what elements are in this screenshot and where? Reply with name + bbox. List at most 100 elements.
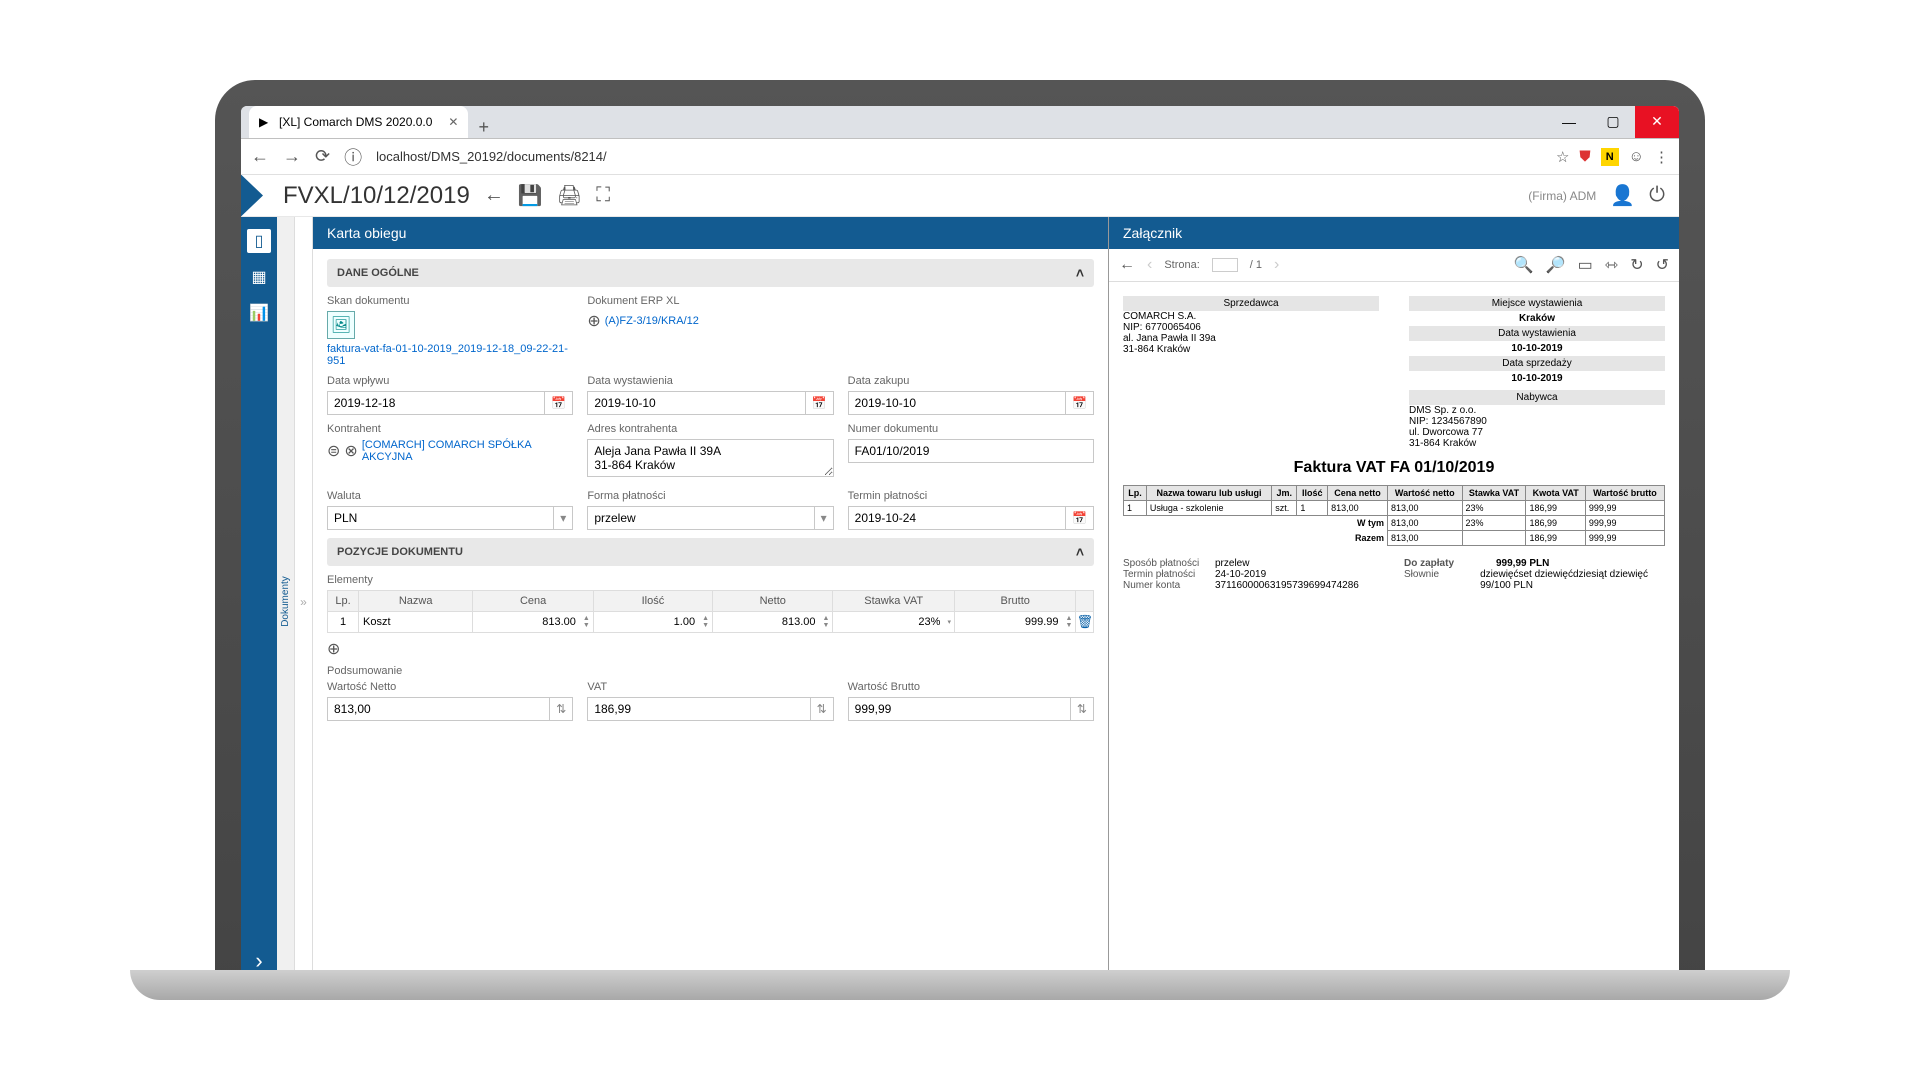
add-row-button[interactable]: ⊕ [327,639,1094,659]
chevron-down-icon[interactable]: ▾ [944,618,954,626]
calendar-icon[interactable]: 📅 [806,391,834,415]
kontrahent-link[interactable]: [COMARCH] COMARCH SPÓŁKA AKCYJNA [362,439,574,463]
chevron-down-icon[interactable]: ▾ [554,506,573,530]
label-adres: Adres kontrahenta [587,423,833,435]
row-lp[interactable] [328,612,358,632]
vertical-label: Dokumenty [277,217,295,986]
invoice-table: Lp.Nazwa towaru lub usługi Jm.Ilość Cena… [1123,485,1665,546]
toolbar-back-icon[interactable]: ← [1119,256,1135,274]
profile-icon[interactable]: ☺ [1629,148,1644,165]
wartosc-netto-input[interactable] [327,697,550,721]
link-icon[interactable]: ⊕ [587,311,600,331]
calendar-icon[interactable]: 📅 [1066,506,1094,530]
waluta-select[interactable] [327,506,554,530]
data-zakupu-input[interactable] [848,391,1066,415]
section-dane-ogolne[interactable]: DANE OGÓLNE ˄ [327,259,1094,287]
section-pozycje[interactable]: POZYCJE DOKUMENTU ˄ [327,538,1094,566]
left-panel-title: Karta obiegu [313,217,1108,249]
sidebar: ▯ ▦ 📊 › [241,217,277,986]
image-thumbnail-icon[interactable]: 🖼 [327,311,355,339]
rotate-cw-icon[interactable]: ↻ [1630,255,1643,275]
spinner-icon[interactable]: ⇅ [811,697,834,721]
app-logo-icon [241,175,263,217]
minimize-button[interactable]: — [1547,106,1591,138]
power-icon[interactable]: ⏻ [1649,184,1665,207]
erp-doc-link[interactable]: (A)FZ-3/19/KRA/12 [605,315,699,327]
zoom-in-icon[interactable]: 🔍 [1514,255,1534,275]
save-icon[interactable]: 💾 [518,183,543,208]
chevron-up-icon: ˄ [1076,544,1084,560]
numer-input[interactable] [848,439,1094,463]
rotate-ccw-icon[interactable]: ↺ [1656,255,1669,275]
back-icon[interactable]: ← [251,146,269,167]
label-termin: Termin płatności [848,490,1094,502]
fullscreen-icon[interactable]: ⛶ [596,184,610,207]
url-text[interactable]: localhost/DMS_20192/documents/8214/ [376,149,1542,164]
label-forma: Forma płatności [587,490,833,502]
close-window-button[interactable]: ✕ [1635,106,1679,138]
vat-input[interactable] [587,697,810,721]
print-icon[interactable]: 🖨 [557,183,582,208]
spinner-icon[interactable]: ⇅ [1071,697,1094,721]
reload-icon[interactable]: ⟳ [315,146,330,167]
calendar-icon[interactable]: 📅 [1066,391,1094,415]
spinner-icon[interactable]: ⇅ [550,697,573,721]
fit-width-icon[interactable]: ⇿ [1605,255,1618,275]
sidebar-reports-icon[interactable]: 📊 [247,301,271,325]
spinner-icon[interactable]: ▲▼ [820,615,833,629]
maximize-button[interactable]: ▢ [1591,106,1635,138]
page-label: Strona: [1164,259,1199,271]
scan-file-link[interactable]: faktura-vat-fa-01-10-2019_2019-12-18_09-… [327,343,573,367]
star-icon[interactable]: ☆ [1556,148,1569,166]
panel-collapse[interactable]: » [295,217,313,986]
termin-input[interactable] [848,506,1066,530]
browser-tab[interactable]: ▶ [XL] Comarch DMS 2020.0.0 ✕ [249,106,468,138]
wartosc-brutto-input[interactable] [848,697,1071,721]
page-input[interactable] [1212,258,1238,272]
row-ilosc[interactable] [594,612,699,632]
spinner-icon[interactable]: ▲▼ [1063,615,1076,629]
label-wartosc-brutto: Wartość Brutto [848,681,1094,693]
chevron-down-icon[interactable]: ▾ [815,506,834,530]
extension-n-icon[interactable]: N [1601,148,1619,166]
sidebar-documents-icon[interactable]: ▯ [247,229,271,253]
app-favicon: ▶ [259,115,273,129]
row-stawka[interactable] [833,612,944,632]
data-wplywu-input[interactable] [327,391,545,415]
pick-icon[interactable]: ⊜ [327,441,340,461]
fit-page-icon[interactable]: ▭ [1578,255,1593,275]
sprzedawca-header: Sprzedawca [1123,296,1379,311]
next-page-icon[interactable]: › [1274,256,1279,274]
browser-tab-bar: ▶ [XL] Comarch DMS 2020.0.0 ✕ + — ▢ ✕ [241,106,1679,139]
info-icon[interactable]: ⓘ [344,144,362,170]
zoom-out-icon[interactable]: 🔎 [1546,255,1566,275]
row-netto[interactable] [713,612,820,632]
app-header: FVXL/10/12/2019 ← 💾 🖨 ⛶ (Firma) ADM 👤 ⏻ [241,175,1679,217]
page-total: / 1 [1250,259,1262,271]
nabywca-header: Nabywca [1409,390,1665,405]
user-icon[interactable]: 👤 [1610,183,1635,208]
label-podsumowanie: Podsumowanie [327,665,1094,677]
forma-select[interactable] [587,506,814,530]
nav-back-icon[interactable]: ← [484,184,504,207]
forward-icon[interactable]: → [283,146,301,167]
data-wystawienia-input[interactable] [587,391,805,415]
delete-row-icon[interactable]: 🗑 [1076,612,1094,633]
adres-input[interactable]: Aleja Jana Pawła II 39A 31-864 Kraków [587,439,833,477]
close-tab-icon[interactable]: ✕ [448,115,458,129]
erp-label: Dokument ERP XL [587,295,833,307]
shield-icon[interactable]: ⛊ [1579,148,1590,165]
spinner-icon[interactable]: ▲▼ [580,615,593,629]
spinner-icon[interactable]: ▲▼ [699,615,712,629]
clear-icon[interactable]: ⊗ [344,441,357,461]
prev-page-icon[interactable]: ‹ [1147,256,1152,274]
row-cena[interactable] [473,612,580,632]
sidebar-modules-icon[interactable]: ▦ [247,265,271,289]
label-vat: VAT [587,681,833,693]
menu-icon[interactable]: ⋮ [1654,148,1669,166]
row-brutto[interactable] [955,612,1063,632]
new-tab-button[interactable]: + [468,117,499,138]
label-data-zakupu: Data zakupu [848,375,1094,387]
calendar-icon[interactable]: 📅 [545,391,573,415]
row-nazwa[interactable] [359,612,472,632]
